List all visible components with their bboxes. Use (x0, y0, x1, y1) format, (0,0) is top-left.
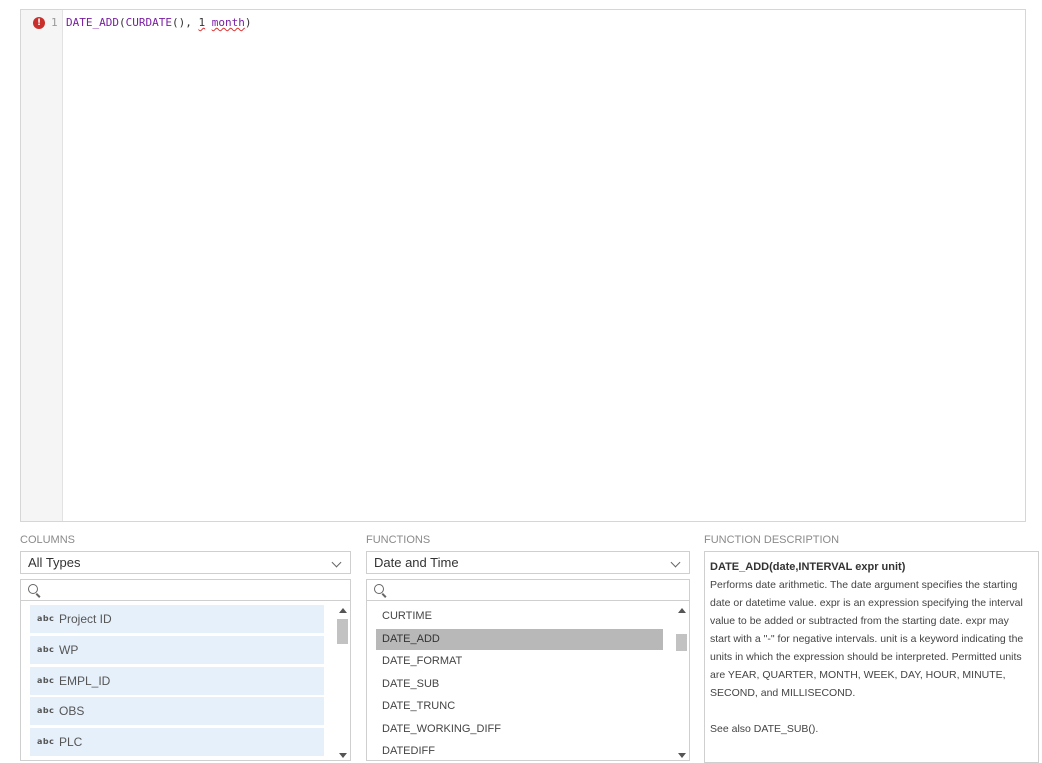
code-token-paren: ( (119, 16, 126, 29)
function-item-selected[interactable]: DATE_ADD (376, 629, 663, 650)
code-token-unit: month (212, 16, 245, 29)
function-item[interactable]: DATE_SUB (376, 674, 663, 695)
code-token-function: DATE_ADD (66, 16, 119, 29)
column-name: EMPL_ID (59, 674, 110, 688)
function-description-text: Performs date arithmetic. The date argum… (710, 576, 1032, 702)
code-token-paren: () (172, 16, 185, 29)
text-type-icon: abc (37, 706, 54, 716)
line-number: 1 (51, 16, 58, 30)
column-item[interactable]: abc EMPL_ID (30, 667, 324, 695)
columns-label: COLUMNS (20, 534, 75, 546)
column-item[interactable]: abc Project ID (30, 605, 324, 633)
functions-search-input[interactable] (366, 579, 690, 601)
code-line[interactable]: DATE_ADD(CURDATE(), 1 month) (66, 16, 251, 30)
scrollbar-thumb[interactable] (337, 619, 348, 644)
text-type-icon: abc (37, 737, 54, 747)
function-item[interactable]: DATE_TRUNC (376, 696, 663, 717)
columns-search-input[interactable] (20, 579, 351, 601)
functions-list[interactable]: CURTIME DATE_ADD DATE_FORMAT DATE_SUB DA… (366, 601, 690, 761)
scroll-down-arrow-icon[interactable] (678, 753, 686, 758)
function-category-value: Date and Time (374, 555, 459, 570)
columns-scrollbar[interactable] (335, 601, 350, 760)
code-token-separator: , (185, 16, 198, 29)
scroll-up-arrow-icon[interactable] (678, 608, 686, 613)
function-item[interactable]: DATEDIFF (376, 741, 663, 761)
functions-scrollbar[interactable] (674, 601, 689, 760)
column-name: Project ID (59, 612, 112, 626)
search-icon (374, 584, 384, 594)
column-type-select[interactable]: All Types (20, 551, 351, 574)
column-item[interactable]: abc OBS (30, 697, 324, 725)
scrollbar-thumb[interactable] (676, 634, 687, 651)
scroll-up-arrow-icon[interactable] (339, 608, 347, 613)
column-type-value: All Types (28, 555, 81, 570)
text-type-icon: abc (37, 614, 54, 624)
error-circle-icon[interactable]: ! (33, 17, 45, 29)
expression-editor[interactable]: ! 1 DATE_ADD(CURDATE(), 1 month) (20, 9, 1026, 522)
column-name: PLC (59, 735, 82, 749)
function-description-label: FUNCTION DESCRIPTION (704, 534, 839, 546)
text-type-icon: abc (37, 676, 54, 686)
function-description-box: DATE_ADD(date,INTERVAL expr unit) Perfor… (704, 551, 1039, 763)
columns-list[interactable]: abc Project ID abc WP abc EMPL_ID abc OB… (20, 601, 351, 761)
code-token-space (205, 16, 212, 29)
function-item[interactable]: DATE_WORKING_DIFF (376, 719, 663, 740)
column-name: OBS (59, 704, 84, 718)
function-item[interactable]: CURTIME (376, 606, 663, 627)
column-name: WP (59, 643, 78, 657)
chevron-down-icon (671, 558, 681, 568)
chevron-down-icon (332, 558, 342, 568)
function-category-select[interactable]: Date and Time (366, 551, 690, 574)
column-item[interactable]: abc PLC (30, 728, 324, 756)
functions-label: FUNCTIONS (366, 534, 430, 546)
see-also-text: See also DATE_SUB(). (710, 720, 1032, 738)
editor-gutter: ! 1 (21, 10, 63, 521)
column-item[interactable]: abc WP (30, 636, 324, 664)
function-signature: DATE_ADD(date,INTERVAL expr unit) (710, 558, 1032, 576)
scroll-down-arrow-icon[interactable] (339, 753, 347, 758)
code-token-function: CURDATE (126, 16, 172, 29)
search-icon (28, 584, 38, 594)
code-token-paren: ) (245, 16, 252, 29)
text-type-icon: abc (37, 645, 54, 655)
function-item[interactable]: DATE_FORMAT (376, 651, 663, 672)
